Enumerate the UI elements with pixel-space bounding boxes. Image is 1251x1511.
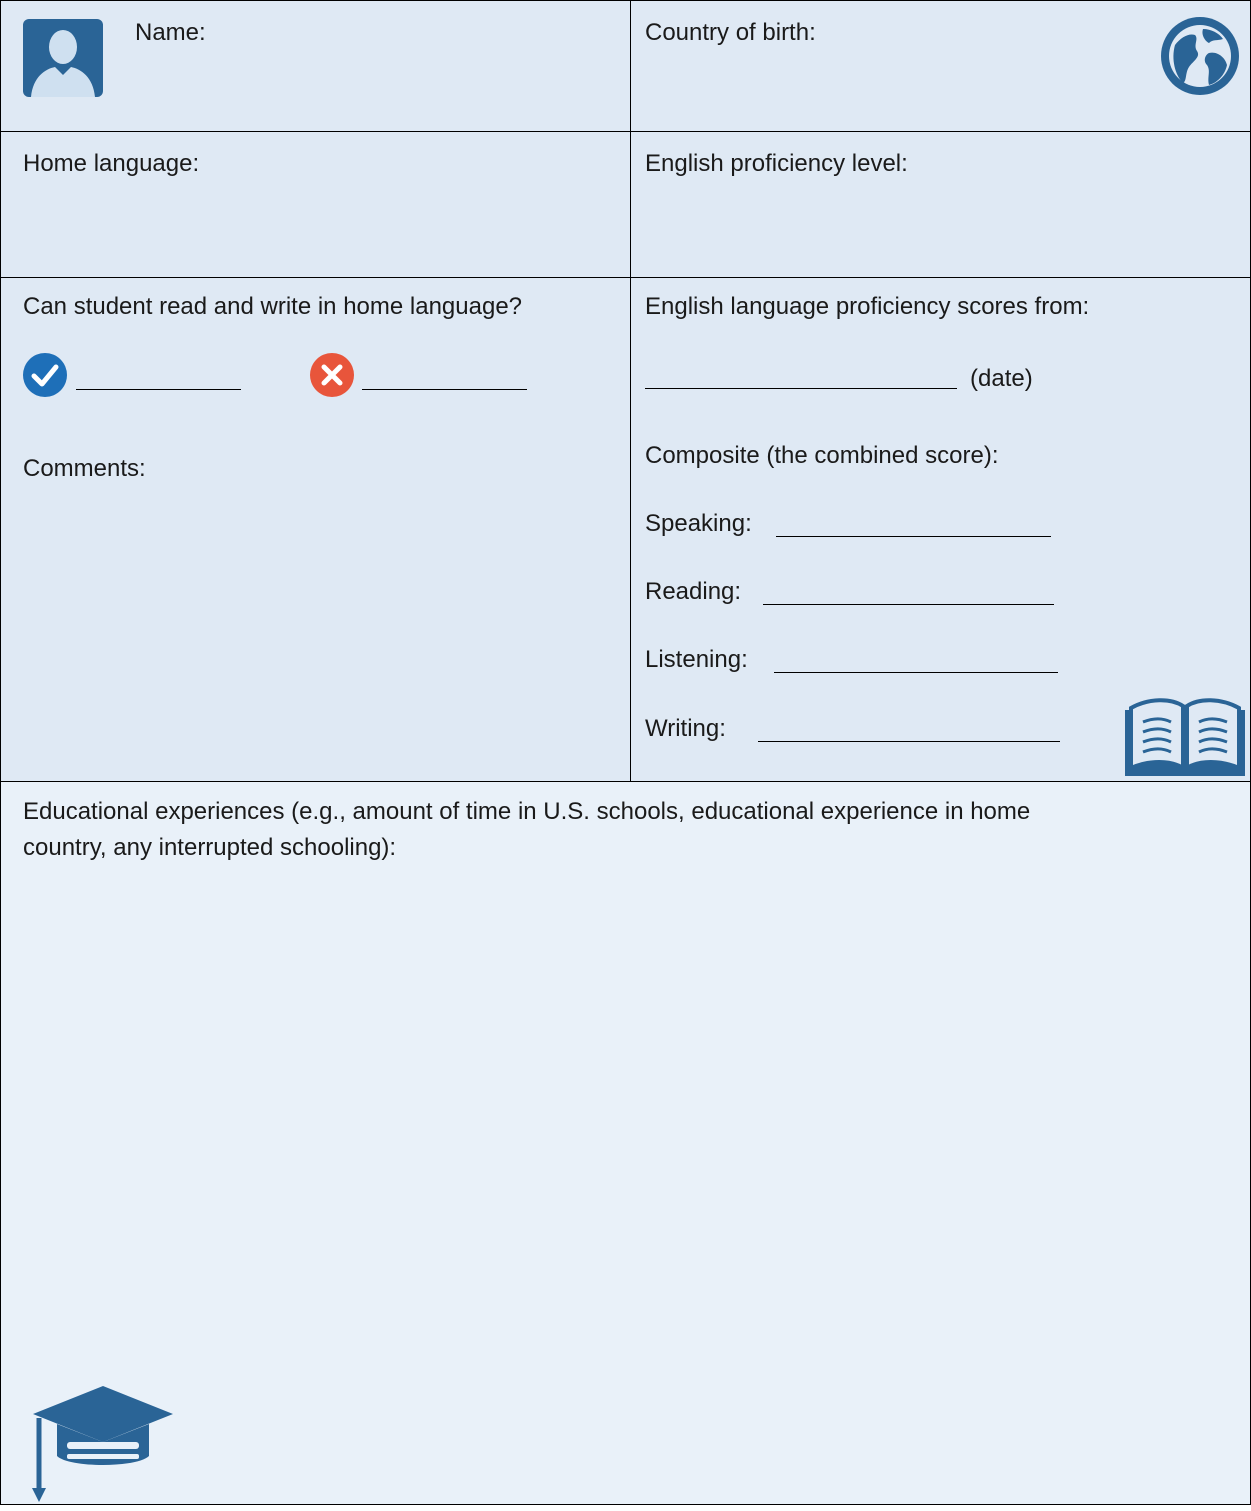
listening-label: Listening: (645, 646, 748, 673)
composite-label: Composite (the combined score): (645, 442, 999, 469)
scores-from-label: English language proficiency scores from… (645, 293, 1090, 320)
educational-experiences-label-line2: country, any interrupted schooling): (23, 834, 397, 861)
english-proficiency-level-cell[interactable]: English proficiency level: (630, 131, 1251, 279)
name-label: Name: (135, 19, 206, 46)
home-language-cell[interactable]: Home language: (0, 131, 632, 279)
graduation-cap-icon (29, 1384, 177, 1506)
english-proficiency-level-label: English proficiency level: (645, 150, 908, 177)
open-book-icon (1125, 688, 1245, 776)
proficiency-scores-cell: English language proficiency scores from… (630, 277, 1251, 783)
name-cell[interactable]: Name: (0, 0, 632, 133)
writing-label: Writing: (645, 715, 726, 742)
educational-experiences-cell[interactable]: Educational experiences (e.g., amount of… (0, 781, 1251, 1505)
speaking-label: Speaking: (645, 510, 752, 537)
date-label: (date) (970, 365, 1033, 392)
country-of-birth-cell[interactable]: Country of birth: (630, 0, 1251, 133)
check-circle-icon[interactable] (23, 353, 67, 397)
x-circle-icon[interactable] (310, 353, 354, 397)
user-avatar-icon (23, 19, 103, 97)
country-of-birth-label: Country of birth: (645, 19, 816, 46)
speaking-score-line[interactable] (776, 536, 1051, 537)
educational-experiences-label-line1: Educational experiences (e.g., amount of… (23, 798, 1031, 825)
scores-date-line[interactable] (645, 388, 957, 389)
home-language-label: Home language: (23, 150, 200, 177)
globe-icon (1159, 15, 1241, 97)
listening-score-line[interactable] (774, 672, 1058, 673)
writing-score-line[interactable] (758, 741, 1060, 742)
reading-score-line[interactable] (763, 604, 1054, 605)
read-write-question: Can student read and write in home langu… (23, 293, 523, 320)
comments-label: Comments: (23, 455, 146, 482)
reading-label: Reading: (645, 578, 742, 605)
read-write-comments-cell: Can student read and write in home langu… (0, 277, 632, 783)
no-answer-line[interactable] (362, 389, 527, 390)
student-profile-form: Name: Country of birth: Home language: E… (0, 0, 1251, 1505)
yes-answer-line[interactable] (76, 389, 241, 390)
